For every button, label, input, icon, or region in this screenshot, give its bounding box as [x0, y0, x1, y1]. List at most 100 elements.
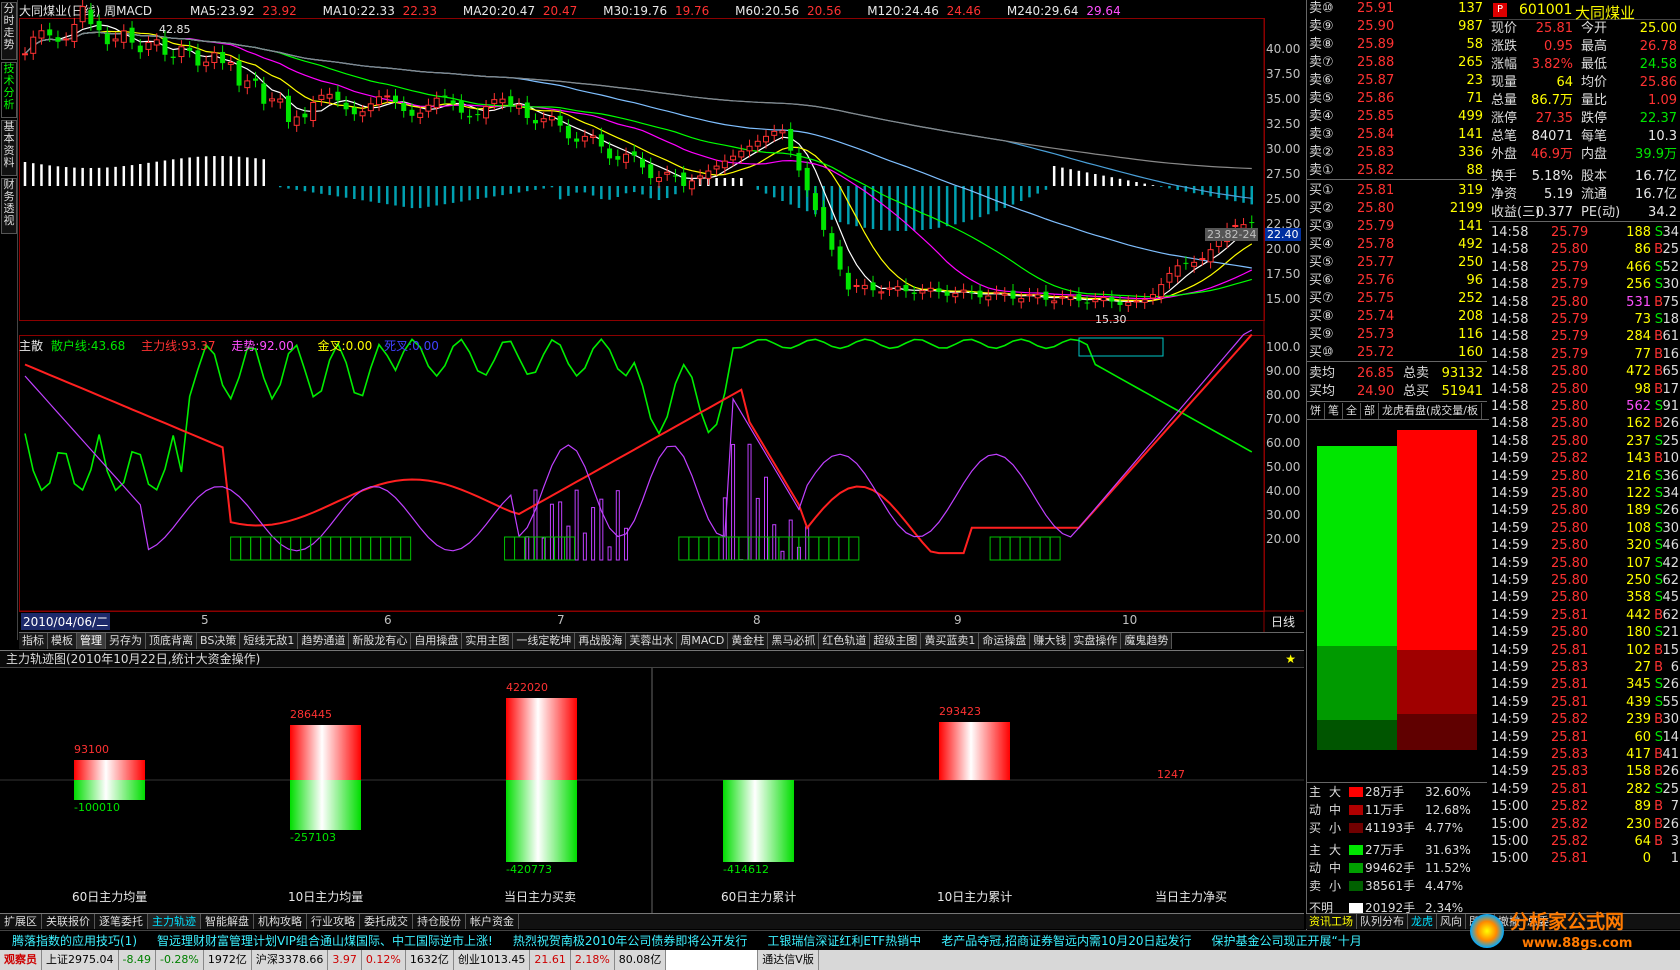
tick-row[interactable]: 14:59 25.80 189 S 26: [1489, 502, 1680, 520]
ticker-item[interactable]: 工银瑞信深证红利ETF热销中: [767, 934, 921, 948]
tick-row[interactable]: 14:59 25.80 250 S 62: [1489, 572, 1680, 590]
ind-tab[interactable]: 黄买蓝卖1: [921, 633, 980, 649]
bottom-tab[interactable]: 逐笔委托: [95, 914, 148, 929]
tick-row[interactable]: 14:59 25.81 102 B 15: [1489, 642, 1680, 660]
tick-row[interactable]: 14:59 25.82 143 B 10: [1489, 450, 1680, 468]
buy-row[interactable]: 买② 25.80 2199: [1307, 200, 1487, 218]
sell-row[interactable]: 卖② 25.83 336: [1307, 144, 1487, 162]
tick-row[interactable]: 15:00 25.82 89 B 7: [1489, 798, 1680, 816]
ind-tab[interactable]: 指标: [19, 633, 48, 649]
vtab-fundamentals[interactable]: 基本资料: [1, 120, 17, 176]
sell-row[interactable]: 卖⑧ 25.89 58: [1307, 36, 1487, 54]
bottom-tab[interactable]: 委托成交: [360, 914, 413, 929]
ind-tab[interactable]: 顶底背离: [146, 633, 197, 649]
ind-tab[interactable]: 管理: [77, 633, 106, 649]
tick-row[interactable]: 14:59 25.81 282 S 25: [1489, 781, 1680, 799]
bottom-tab[interactable]: 扩展区: [0, 914, 42, 929]
p-icon[interactable]: P: [1493, 3, 1507, 17]
tick-row[interactable]: 14:59 25.81 60 S 14: [1489, 729, 1680, 747]
ind-tab[interactable]: 魔鬼趋势: [1121, 633, 1173, 649]
tick-row[interactable]: 14:58 25.79 466 S 52: [1489, 259, 1680, 277]
tick-row[interactable]: 14:59 25.82 239 B 30: [1489, 711, 1680, 729]
tick-row[interactable]: 14:58 25.80 162 B 26: [1489, 415, 1680, 433]
tick-row[interactable]: 14:59 25.80 358 S 45: [1489, 589, 1680, 607]
sell-row[interactable]: 卖⑦ 25.88 265: [1307, 54, 1487, 72]
ind-tab[interactable]: 赚大钱: [1030, 633, 1071, 649]
kline-chart-area[interactable]: 大同煤业(日线) 周MACD MA5:23.92 23.92 MA10:22.3…: [19, 0, 1304, 632]
ind-tab[interactable]: 黄金柱: [728, 633, 769, 649]
tab-info[interactable]: 资讯工场: [1306, 914, 1357, 929]
tick-row[interactable]: 14:59 25.80 320 S 46: [1489, 537, 1680, 555]
bottom-tab[interactable]: 关联报价: [42, 914, 95, 929]
tick-row[interactable]: 14:59 25.83 417 B 41: [1489, 746, 1680, 764]
sell-row[interactable]: 卖④ 25.85 499: [1307, 108, 1487, 126]
sell-row[interactable]: 卖⑥ 25.87 23: [1307, 72, 1487, 90]
vtab-timeshare[interactable]: 分时走势: [1, 2, 17, 60]
ind-tab[interactable]: 再战股海: [575, 633, 627, 649]
vtab-technical[interactable]: 技术分析: [1, 62, 17, 118]
ind-tab[interactable]: 超级主图: [870, 633, 922, 649]
ind-tab[interactable]: 芙蓉出水: [626, 633, 678, 649]
ticker-item[interactable]: 老产品夺冠,招商证券智远内需10月20日起发行: [941, 934, 1191, 948]
tab-dragon[interactable]: 龙虎: [1408, 914, 1437, 929]
news-ticker[interactable]: 腾落指数的应用技巧(1) 智远理财财富管理计划VIP组合通山煤国际、中工国际逆市上…: [0, 930, 1680, 950]
ind-tab[interactable]: 趋势通道: [298, 633, 350, 649]
tick-row[interactable]: 14:59 25.83 158 B 26: [1489, 763, 1680, 781]
ind-tab[interactable]: 短线无敌1: [240, 633, 299, 649]
ind-tab[interactable]: 实用主图: [462, 633, 514, 649]
sell-row[interactable]: 卖③ 25.84 141: [1307, 126, 1487, 144]
bottom-tab[interactable]: 行业攻略: [307, 914, 360, 929]
ind-tab[interactable]: 一线定乾坤: [513, 633, 576, 649]
ticker-item[interactable]: 腾落指数的应用技巧(1): [12, 934, 137, 948]
sell-row[interactable]: 卖⑤ 25.86 71: [1307, 90, 1487, 108]
tick-row[interactable]: 14:59 25.80 180 S 21: [1489, 624, 1680, 642]
ticker-item[interactable]: 保护基金公司现正开展“十月: [1212, 934, 1362, 948]
star-icon[interactable]: ★: [1285, 651, 1296, 668]
tick-row[interactable]: 14:59 25.81 439 S 55: [1489, 694, 1680, 712]
ind-tab[interactable]: 周MACD: [677, 633, 729, 649]
tick-row[interactable]: 14:58 25.79 284 B 61: [1489, 328, 1680, 346]
tick-row[interactable]: 14:58 25.80 562 S 91: [1489, 398, 1680, 416]
tick-row[interactable]: 14:59 25.80 108 S 30: [1489, 520, 1680, 538]
tab-fx[interactable]: 风向: [1437, 914, 1466, 929]
vtab-financials[interactable]: 财务透视: [1, 178, 17, 234]
sell-row[interactable]: 卖① 25.82 88: [1307, 162, 1487, 180]
ticker-item[interactable]: 智远理财财富管理计划VIP组合通山煤国际、中工国际逆市上涨!: [157, 934, 493, 948]
ind-tab[interactable]: 黑马必抓: [768, 633, 820, 649]
ind-tab[interactable]: 自用操盘: [411, 633, 463, 649]
ind-tab[interactable]: BS决策: [197, 633, 241, 649]
ticker-item[interactable]: 热烈祝贺南极2010年公司债券即将公开发行: [513, 934, 748, 948]
tick-row[interactable]: 14:59 25.83 27 B 6: [1489, 659, 1680, 677]
buy-row[interactable]: 买① 25.81 319: [1307, 182, 1487, 200]
ind-tab[interactable]: 另存为: [106, 633, 146, 649]
bottom-tab[interactable]: 机构攻略: [254, 914, 307, 929]
bottom-tab[interactable]: 主力轨迹: [148, 914, 201, 929]
tick-row[interactable]: 14:59 25.80 216 S 36: [1489, 468, 1680, 486]
ind-tab[interactable]: 命运操盘: [979, 633, 1031, 649]
tick-row[interactable]: 14:59 25.80 107 S 42: [1489, 555, 1680, 573]
tick-row[interactable]: 14:58 25.80 237 S 25: [1489, 433, 1680, 451]
tick-row[interactable]: 14:59 25.81 345 S 26: [1489, 676, 1680, 694]
period-label[interactable]: 日线: [1271, 613, 1295, 630]
tick-row[interactable]: 14:58 25.79 77 B 16: [1489, 346, 1680, 364]
tick-row[interactable]: 14:58 25.80 86 B 25: [1489, 241, 1680, 259]
tick-row[interactable]: 15:00 25.81 0 1: [1489, 850, 1680, 868]
bottom-tab[interactable]: 帐户资金: [466, 914, 519, 929]
tick-row[interactable]: 15:00 25.82 64 B 3: [1489, 833, 1680, 851]
ind-tab[interactable]: 红色轨道: [819, 633, 871, 649]
ind-tab[interactable]: 模板: [48, 633, 77, 649]
tick-row[interactable]: 14:58 25.79 73 S 18: [1489, 311, 1680, 329]
tick-row[interactable]: 14:58 25.80 472 B 65: [1489, 363, 1680, 381]
ind-tab[interactable]: 新股龙有心: [349, 633, 412, 649]
tick-row[interactable]: 14:58 25.80 531 B 75: [1489, 294, 1680, 312]
bottom-tab[interactable]: 持仓股份: [413, 914, 466, 929]
tab-queue[interactable]: 队列分布: [1357, 914, 1408, 929]
tick-row[interactable]: 14:59 25.80 122 S 34: [1489, 485, 1680, 503]
tick-list[interactable]: 14:58 25.79 188 S 34 14:58 25.80 86 B 25 14:58 25.7…: [1307, 224, 1680, 904]
tick-row[interactable]: 14:59 25.81 442 B 62: [1489, 607, 1680, 625]
ind-tab[interactable]: 实盘操作: [1070, 633, 1122, 649]
bottom-tab[interactable]: 智能解盘: [201, 914, 254, 929]
status-observer[interactable]: 观察员: [0, 950, 42, 970]
tick-row[interactable]: 14:58 25.80 98 B 17: [1489, 381, 1680, 399]
tick-row[interactable]: 14:58 25.79 188 S 34: [1489, 224, 1680, 242]
